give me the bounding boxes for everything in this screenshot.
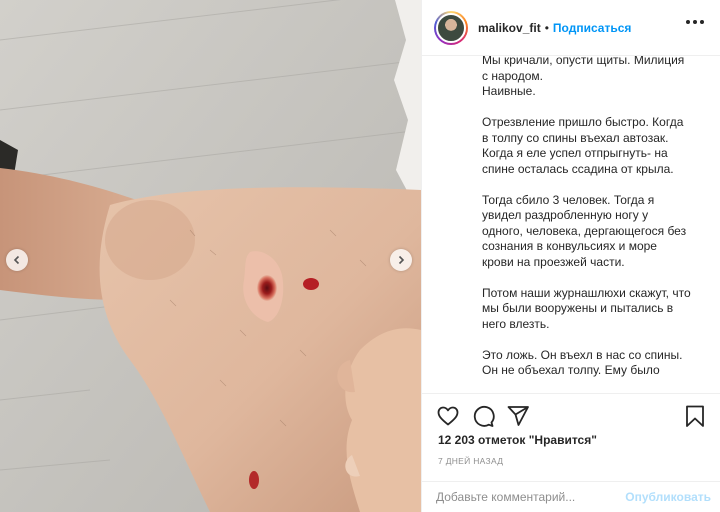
more-options-button[interactable]: [686, 20, 704, 24]
chevron-left-icon: [13, 255, 20, 265]
caption-text: Тогда сбило 3 человек. Тогда я увидел ра…: [482, 192, 687, 269]
chevron-right-icon: [398, 255, 405, 265]
username-link[interactable]: malikov_fit: [478, 21, 541, 35]
post-photo[interactable]: [0, 0, 421, 512]
post-side-panel: malikov_fit • Подписаться Мы кричали, оп…: [421, 0, 720, 512]
comment-icon: [473, 406, 495, 427]
share-button[interactable]: [506, 404, 530, 433]
comment-button[interactable]: [471, 404, 495, 433]
post-timestamp[interactable]: 7 дней назад: [438, 456, 503, 466]
comment-input[interactable]: [436, 490, 626, 504]
comment-box: Опубликовать: [422, 481, 720, 512]
caption-paragraph: Отрезвление пришло быстро. Когда в толпу…: [482, 115, 691, 177]
avatar-image: [436, 12, 466, 43]
caption-text: Отрезвление пришло быстро. Когда в толпу…: [482, 115, 684, 176]
save-button[interactable]: [684, 404, 706, 433]
post-header: malikov_fit • Подписаться: [422, 0, 720, 56]
share-icon: [507, 406, 529, 426]
heart-icon: [437, 406, 459, 426]
likes-count[interactable]: 12 203 отметок "Нравится": [438, 433, 597, 447]
previous-photo-button[interactable]: [6, 249, 28, 271]
caption-text: Потом наши журнашлюхи скажут, что мы был…: [482, 285, 691, 331]
caption-text: Это ложь. Он въехл в нас со спины. Он не…: [482, 347, 683, 378]
avatar[interactable]: [434, 10, 468, 45]
caption-text: Мы кричали, опусти щиты. Милиция с народ…: [482, 56, 685, 98]
caption-paragraph: Тогда сбило 3 человек. Тогда я увидел ра…: [482, 193, 691, 271]
follow-button[interactable]: Подписаться: [553, 21, 631, 35]
caption-paragraph: Это ложь. Он въехл в нас со спины. Он не…: [482, 348, 691, 379]
more-horizontal-icon-dot: [693, 20, 697, 24]
more-horizontal-icon-dot: [700, 20, 704, 24]
photo-image: [0, 0, 421, 512]
like-button[interactable]: [436, 404, 460, 433]
publish-button[interactable]: Опубликовать: [625, 490, 711, 504]
more-horizontal-icon: [686, 20, 690, 24]
caption-paragraph: Мы кричали, опусти щиты. Милиция с народ…: [482, 56, 691, 100]
caption-paragraph: Потом наши журнашлюхи скажут, что мы был…: [482, 286, 691, 333]
separator-dot: •: [544, 20, 549, 35]
next-photo-button[interactable]: [390, 249, 412, 271]
bookmark-icon: [686, 405, 704, 427]
post-caption[interactable]: Мы кричали, опусти щиты. Милиция с народ…: [422, 56, 720, 393]
